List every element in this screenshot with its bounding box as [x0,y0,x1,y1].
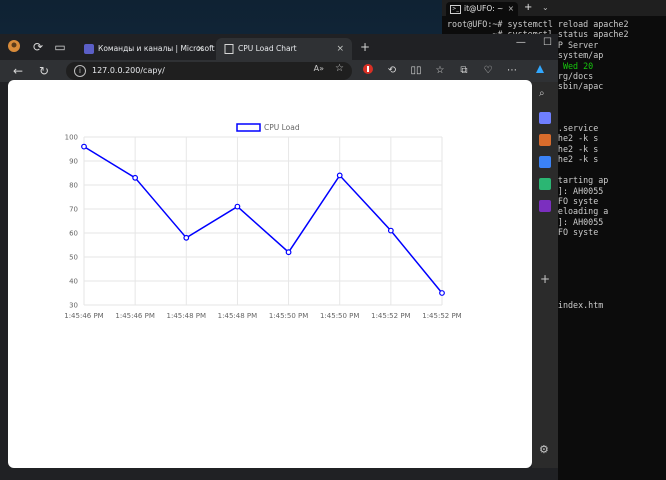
terminal-icon: >_ [450,4,461,14]
data-point [234,203,241,210]
tools-icon[interactable] [539,134,551,146]
series-line [83,145,443,294]
x-tick-label: 1:45:46 PM [115,312,154,320]
y-tick-label: 90 [69,158,78,166]
browser-window[interactable]: ⟳ ▭ Команды и каналы | Microsoft T × CPU… [0,34,558,480]
search-icon[interactable]: ⌕ [539,88,551,100]
x-tick-label: 1:45:50 PM [269,312,308,320]
add-sidebar-item-icon[interactable]: + [540,272,550,286]
back-icon[interactable]: ← [10,63,26,79]
address-bar[interactable]: i 127.0.0.200/capy/ A» ☆ [66,62,352,80]
more-menu-icon[interactable]: ⋯ [504,63,520,79]
games-icon[interactable] [539,156,551,168]
y-tick-label: 50 [69,254,78,262]
terminal-new-tab-button[interactable]: + [524,2,532,13]
browser-toolbar: ← ↻ i 127.0.0.200/capy/ A» ☆ ⟲ ▯▯ ☆ ⧉ ♡ … [0,60,558,82]
maximize-button[interactable]: ☐ [543,37,552,48]
workspaces-icon[interactable]: ⟳ [30,39,46,55]
onenote-icon[interactable] [539,200,551,212]
teams-icon [84,44,94,54]
x-tick-label: 1:45:50 PM [320,312,359,320]
copilot-icon[interactable] [532,63,548,79]
data-point [439,290,445,296]
data-point [285,249,292,256]
split-screen-icon[interactable]: ▯▯ [408,63,424,79]
x-tick-label: 1:45:48 PM [218,312,257,320]
data-point [336,172,343,179]
page-content: 100 90 80 70 60 50 40 30 1:45:46 PM 1:45:46 PM 1:4… [8,80,532,468]
terminal-titlebar: >_ it@UFO: ~ × + ⌄ [442,0,666,16]
browser-essentials-icon[interactable]: ♡ [480,63,496,79]
x-tick-label: 1:45:48 PM [167,312,206,320]
shopping-icon[interactable] [539,112,551,124]
extension-icon[interactable]: ⟲ [384,63,400,79]
profile-avatar-icon[interactable] [6,39,22,55]
tab-actions-icon[interactable]: ▭ [52,39,68,55]
tab-bar: ⟳ ▭ Команды и каналы | Microsoft T × CPU… [0,34,558,60]
minimize-button[interactable]: — [516,37,526,48]
close-icon[interactable]: × [196,38,204,60]
legend-swatch [236,123,261,132]
terminal-tab-title: it@UFO: ~ [464,4,504,13]
adblock-icon[interactable] [360,63,376,79]
y-tick-label: 40 [69,278,78,286]
legend-label: CPU Load [264,123,300,132]
data-point [81,143,87,150]
data-point [183,234,190,241]
telegram-icon[interactable] [539,178,551,190]
chevron-down-icon[interactable]: ⌄ [542,3,549,12]
refresh-icon[interactable]: ↻ [36,63,52,79]
info-icon[interactable]: i [74,65,86,77]
y-tick-label: 100 [65,134,78,142]
y-tick-label: 30 [69,302,78,310]
tab-teams[interactable]: Команды и каналы | Microsoft T × [76,38,222,60]
address-text: 127.0.0.200/capy/ [92,66,165,75]
tab-label: CPU Load Chart [238,44,297,53]
y-tick-label: 70 [69,206,78,214]
terminal-line: root@UFO:~# systemctl reload apache2 [447,19,629,29]
close-icon[interactable]: × [336,38,344,60]
page-icon [224,44,234,54]
read-aloud-icon[interactable]: A» [314,64,324,73]
y-tick-label: 60 [69,230,78,238]
cpu-load-chart: 100 90 80 70 60 50 40 30 1:45:46 PM 1:45:46 PM 1:4… [64,123,461,320]
data-point [132,174,139,181]
collections-icon[interactable]: ⧉ [456,63,472,79]
x-tick-label: 1:45:52 PM [422,312,461,320]
data-point [387,227,394,234]
close-icon[interactable]: × [508,2,514,16]
settings-gear-icon[interactable]: ⚙ [539,443,549,456]
x-tick-label: 1:45:46 PM [64,312,103,320]
x-tick-label: 1:45:52 PM [371,312,410,320]
terminal-tab[interactable]: >_ it@UFO: ~ × [446,2,518,16]
tab-cpu-load-chart[interactable]: CPU Load Chart × [216,38,352,60]
browser-sidebar: ⌕ + ⚙ [532,82,558,468]
window-controls: — ☐ [502,37,552,48]
favorites-icon[interactable]: ☆ [432,63,448,79]
y-tick-label: 80 [69,182,78,190]
new-tab-button[interactable]: + [360,40,370,54]
favorite-star-icon[interactable]: ☆ [335,63,344,74]
